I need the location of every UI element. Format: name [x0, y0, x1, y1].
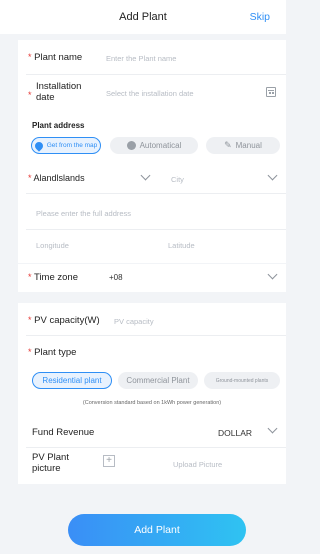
pencil-icon: ✎	[224, 140, 232, 150]
skip-button[interactable]: Skip	[250, 11, 270, 23]
required-marker: *	[28, 90, 32, 100]
option-label: Get from the map	[46, 142, 98, 149]
chevron-down-icon[interactable]	[267, 269, 278, 280]
plant-type-label: Plant type	[34, 347, 77, 358]
plant-name-label: Plant name	[34, 52, 83, 63]
required-marker: *	[28, 347, 32, 357]
region-select[interactable]: Alandlslands	[34, 173, 85, 183]
required-marker: *	[28, 315, 32, 325]
pv-picture-label: PV Plant picture	[32, 452, 69, 474]
upload-picture-link[interactable]: Upload Picture	[173, 460, 222, 469]
ground-mounted-plant-option[interactable]: Ground-mounted plants	[204, 372, 280, 389]
chevron-down-icon[interactable]	[267, 170, 278, 181]
plant-address-heading: Plant address	[32, 121, 85, 130]
revenue-card: Fund Revenue DOLLAR PV Plant picture + Up…	[18, 417, 286, 484]
region-row[interactable]: * Alandlslands City	[18, 163, 286, 193]
time-zone-row[interactable]: * Time zone +08	[18, 264, 286, 292]
page-title: Add Plant	[119, 11, 167, 23]
installation-date-input[interactable]: Select the installation date	[106, 89, 194, 98]
add-picture-button[interactable]: +	[103, 455, 115, 467]
required-marker: *	[28, 272, 32, 282]
chevron-down-icon[interactable]	[267, 423, 278, 434]
calendar-icon[interactable]	[266, 87, 276, 97]
pv-capacity-row[interactable]: * PV capacity(W) PV capacity	[18, 303, 286, 333]
fund-revenue-label: Fund Revenue	[32, 427, 95, 438]
installation-date-label: Installation date	[36, 81, 82, 103]
address-card: Plant address Get from the map Automatic…	[18, 113, 286, 263]
latitude-input[interactable]: Latitude	[168, 241, 195, 250]
time-zone-label: Time zone	[33, 272, 78, 283]
required-marker: *	[28, 173, 32, 183]
commercial-plant-option[interactable]: Commercial Plant	[118, 372, 198, 389]
add-plant-button[interactable]: Add Plant	[68, 514, 246, 546]
divider	[26, 193, 286, 194]
auto-icon	[126, 141, 136, 150]
automatical-option[interactable]: Automatical	[110, 137, 198, 154]
plant-name-input[interactable]: Enter the Plant name	[106, 54, 176, 63]
get-from-map-option[interactable]: Get from the map	[31, 137, 101, 154]
longitude-input[interactable]: Longitude	[36, 241, 69, 250]
divider	[26, 335, 286, 336]
city-select[interactable]: City	[171, 175, 184, 184]
divider	[26, 447, 286, 448]
location-pin-icon	[33, 139, 45, 152]
fund-revenue-row[interactable]: Fund Revenue DOLLAR	[18, 417, 286, 445]
time-zone-value: +08	[109, 273, 123, 282]
chevron-down-icon[interactable]	[140, 170, 151, 181]
divider	[26, 229, 286, 230]
option-label: Manual	[235, 141, 262, 150]
installation-date-row[interactable]: * Installation date Select the installati…	[18, 75, 286, 113]
pv-capacity-input[interactable]: PV capacity	[114, 317, 154, 326]
capacity-card: * PV capacity(W) PV capacity * Plant typ…	[18, 303, 286, 417]
pv-capacity-label: PV capacity(W)	[34, 315, 100, 326]
basic-info-card: * Plant name Enter the Plant name * Inst…	[18, 40, 286, 113]
option-label: Automatical	[139, 141, 182, 150]
manual-option[interactable]: ✎ Manual	[206, 137, 280, 154]
header-bar: Add Plant Skip	[0, 0, 286, 34]
plant-name-row[interactable]: * Plant name Enter the Plant name	[18, 40, 286, 74]
required-marker: *	[28, 52, 32, 62]
currency-value: DOLLAR	[218, 428, 253, 438]
full-address-input[interactable]: Please enter the full address	[36, 209, 131, 218]
conversion-note: (Conversion standard based on 1kWh power…	[82, 400, 222, 406]
residential-plant-option[interactable]: Residential plant	[32, 372, 112, 389]
